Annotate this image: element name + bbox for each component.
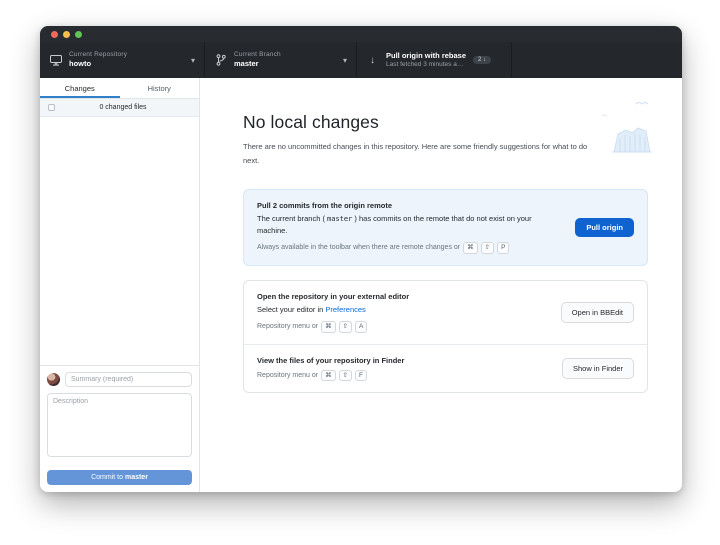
finder-card-footer: Repository menu or ⌘ ⇧ F (257, 370, 550, 382)
current-repository-name: howto (69, 59, 127, 68)
user-avatar (47, 373, 60, 386)
pull-origin-toolbar-button[interactable]: ↓ Pull origin with rebase Last fetched 3… (357, 42, 512, 78)
zoom-window-button[interactable] (75, 31, 82, 38)
editor-card-body: Select your editor in Preferences (257, 304, 549, 316)
open-editor-card: Open the repository in your external edi… (244, 281, 647, 344)
github-desktop-window: Current Repository howto ▾ Current Branc… (40, 26, 682, 492)
commit-button-prefix: Commit to (91, 474, 123, 481)
commit-form: Commit to master (40, 365, 199, 492)
p-key: P (497, 242, 509, 254)
show-in-finder-card: View the files of your repository in Fin… (244, 345, 647, 393)
select-all-checkbox[interactable] (48, 104, 55, 111)
pull-origin-button[interactable]: Pull origin (575, 218, 634, 237)
pull-last-fetched: Last fetched 3 minutes a… (386, 61, 466, 69)
pull-card-footer: Always available in the toolbar when the… (257, 242, 563, 254)
commit-to-branch-button[interactable]: Commit to master (47, 470, 192, 485)
sidebar-tab-bar: Changes History (40, 78, 199, 99)
minimize-window-button[interactable] (63, 31, 70, 38)
chevron-down-icon: ▾ (191, 56, 195, 65)
current-repository-label: Current Repository (69, 51, 127, 59)
arrow-down-icon: ↓ (366, 55, 379, 66)
git-branch-icon (214, 54, 227, 66)
tab-history[interactable]: History (120, 78, 200, 98)
shift-key: ⇧ (481, 242, 494, 254)
open-in-bbedit-button[interactable]: Open in BBEdit (561, 302, 634, 323)
commit-description-input[interactable] (47, 393, 192, 457)
pull-suggestion-card: Pull 2 commits from the origin remote Th… (243, 189, 648, 266)
a-key: A (355, 321, 367, 333)
cmd-key: ⌘ (463, 242, 478, 254)
f-key: F (355, 370, 367, 382)
show-in-finder-button[interactable]: Show in Finder (562, 358, 634, 379)
blankslate-illustration (592, 100, 664, 163)
page-subtitle: There are no uncommitted changes in this… (243, 140, 593, 168)
cmd-key: ⌘ (321, 370, 336, 382)
changes-sidebar: Changes History 0 changed files Commit t… (40, 78, 200, 492)
current-branch-name: master (234, 59, 281, 68)
shift-key: ⇧ (339, 370, 352, 382)
chevron-down-icon: ▾ (343, 56, 347, 65)
pull-card-body: The current branch ( master ) has commit… (257, 213, 563, 237)
page-title: No local changes (243, 112, 648, 133)
commit-button-branch: master (125, 474, 148, 481)
no-changes-panel: No local changes There are no uncommitte… (200, 78, 682, 492)
close-window-button[interactable] (51, 31, 58, 38)
toolbar-spacer (512, 42, 682, 78)
shift-key: ⇧ (339, 321, 352, 333)
current-repository-dropdown[interactable]: Current Repository howto ▾ (40, 42, 205, 78)
monitor-icon (49, 55, 62, 66)
suggestions-group: Open the repository in your external edi… (243, 280, 648, 394)
preferences-link[interactable]: Preferences (325, 305, 365, 314)
finder-card-title: View the files of your repository in Fin… (257, 356, 550, 365)
titlebar[interactable] (40, 26, 682, 42)
tab-changes[interactable]: Changes (40, 78, 120, 98)
toolbar: Current Repository howto ▾ Current Branc… (40, 42, 682, 78)
changed-files-row[interactable]: 0 changed files (40, 99, 199, 117)
commit-summary-input[interactable] (65, 372, 192, 387)
branch-name-code: master (327, 215, 352, 223)
editor-card-title: Open the repository in your external edi… (257, 292, 549, 301)
current-branch-dropdown[interactable]: Current Branch master ▾ (205, 42, 357, 78)
cmd-key: ⌘ (321, 321, 336, 333)
pull-title: Pull origin with rebase (386, 51, 466, 60)
window-controls (51, 31, 82, 38)
changed-files-count: 0 changed files (55, 104, 191, 111)
changed-files-list[interactable] (40, 117, 199, 365)
pull-card-title: Pull 2 commits from the origin remote (257, 201, 563, 210)
editor-card-footer: Repository menu or ⌘ ⇧ A (257, 321, 549, 333)
current-branch-label: Current Branch (234, 51, 281, 59)
commits-behind-badge: 2 ↓ (473, 56, 491, 64)
